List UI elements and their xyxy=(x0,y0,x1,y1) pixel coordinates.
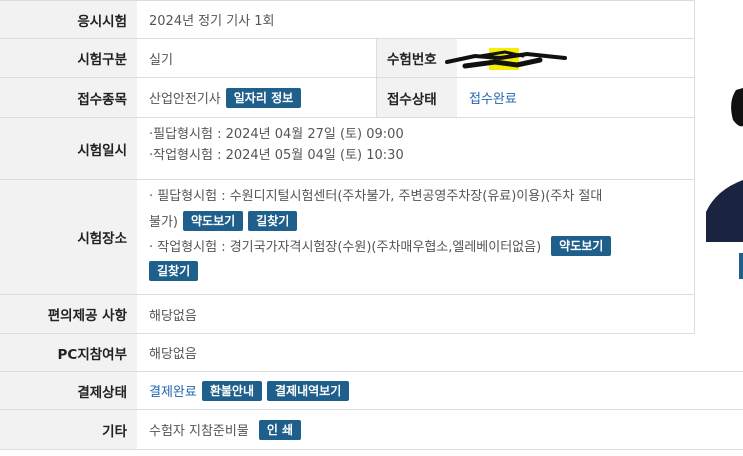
practical-map-button[interactable]: 약도보기 xyxy=(551,235,612,256)
pc-value: 해당없음 xyxy=(149,347,197,362)
job-info-button[interactable]: 일자리 정보 xyxy=(225,87,302,108)
payment-cell: 결제완료 환불안내 결제내역보기 xyxy=(137,372,743,409)
print-button[interactable]: 인 쇄 xyxy=(258,419,302,440)
written-route-button[interactable]: 길찾기 xyxy=(248,210,298,231)
practical-route-button[interactable]: 길찾기 xyxy=(149,260,199,281)
row-pc: PC지참여부 해당없음 xyxy=(0,334,743,372)
applicant-photo xyxy=(706,52,743,242)
pc-label: PC지참여부 xyxy=(0,334,137,371)
applicant-photo-image xyxy=(706,88,743,242)
row-category: 접수종목 산업안전기사 일자리 정보 접수상태 접수완료 xyxy=(0,78,695,118)
refund-info-button[interactable]: 환불안내 xyxy=(201,380,263,401)
schedule-written: ·필답형시험 : 2024년 04월 27일 (토) 09:00 xyxy=(149,127,404,142)
exam-type-value: 실기 xyxy=(137,39,377,77)
schedule-cell: ·필답형시험 : 2024년 04월 27일 (토) 09:00 ·작업형시험 … xyxy=(137,118,695,179)
photo-edit-button-partial[interactable] xyxy=(739,253,743,279)
row-venue: 시험장소 · 필답형시험 : 수원디지털시험센터(주차불가, 주변공영주차장(유… xyxy=(0,180,695,295)
venue-cell: · 필답형시험 : 수원디지털시험센터(주차불가, 주변공영주차장(유료)이용)… xyxy=(137,180,695,294)
payment-value: 결제완료 xyxy=(149,385,197,400)
exam-type-label: 시험구분 xyxy=(0,39,137,77)
etc-value: 수험자 지참준비물 xyxy=(149,424,249,439)
row-schedule: 시험일시 ·필답형시험 : 2024년 04월 27일 (토) 09:00 ·작… xyxy=(0,118,695,180)
venue-written-line2: 불가) 약도보기 길찾기 xyxy=(149,208,694,233)
convenience-value: 해당없음 xyxy=(137,295,695,333)
redaction-mark xyxy=(445,48,567,70)
exam-number-label-text: 수험번호 xyxy=(387,52,437,68)
venue-written-line1: · 필답형시험 : 수원디지털시험센터(주차불가, 주변공영주차장(유료)이용)… xyxy=(149,186,694,208)
schedule-label: 시험일시 xyxy=(0,118,137,179)
row-exam-name: 응시시험 2024년 정기 기사 1회 xyxy=(0,1,695,39)
convenience-label: 편의제공 사항 xyxy=(0,295,137,333)
category-label: 접수종목 xyxy=(0,78,137,117)
venue-written-text2: 불가) xyxy=(149,215,178,230)
payment-history-button[interactable]: 결제내역보기 xyxy=(267,380,350,401)
venue-practical-line1: · 작업형시험 : 경기국가자격시험장(수원)(주차매우협소,엘레베이터없음) … xyxy=(149,233,694,258)
status-label: 접수상태 xyxy=(377,78,457,117)
etc-cell: 수험자 지참준비물 인 쇄 xyxy=(137,410,743,449)
schedule-practical: ·작업형시험 : 2024년 05월 04일 (토) 10:30 xyxy=(149,148,404,163)
etc-label: 기타 xyxy=(0,410,137,449)
exam-name-value: 2024년 정기 기사 1회 xyxy=(137,1,695,38)
exam-name-label: 응시시험 xyxy=(0,1,137,38)
payment-label: 결제상태 xyxy=(0,372,137,409)
written-map-button[interactable]: 약도보기 xyxy=(183,210,244,231)
status-value: 접수완료 xyxy=(469,92,517,107)
venue-practical-line2: 길찾기 xyxy=(149,258,694,283)
row-exam-type: 시험구분 실기 수험번호 xyxy=(0,39,695,78)
status-value-cell: 접수완료 xyxy=(457,78,695,117)
venue-label: 시험장소 xyxy=(0,180,137,294)
row-etc: 기타 수험자 지참준비물 인 쇄 xyxy=(0,410,743,450)
category-value: 산업안전기사 xyxy=(149,92,221,107)
row-convenience: 편의제공 사항 해당없음 xyxy=(0,295,695,334)
row-payment: 결제상태 결제완료 환불안내 결제내역보기 xyxy=(0,372,743,410)
venue-practical-text: · 작업형시험 : 경기국가자격시험장(수원)(주차매우협소,엘레베이터없음) xyxy=(149,240,542,255)
venue-written-text1: · 필답형시험 : 수원디지털시험센터(주차불가, 주변공영주차장(유료)이용)… xyxy=(149,189,603,204)
category-cell: 산업안전기사 일자리 정보 xyxy=(137,78,377,117)
